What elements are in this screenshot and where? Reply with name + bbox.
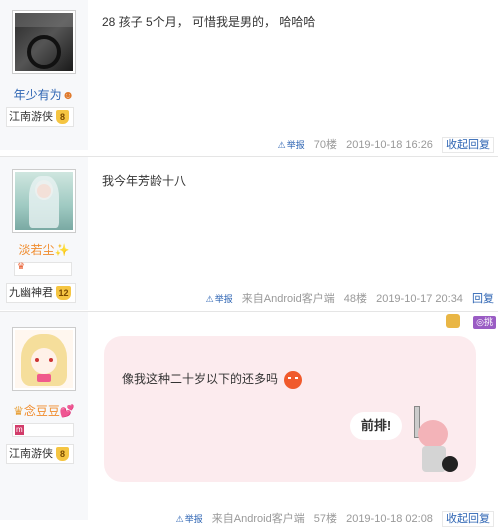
report-link[interactable]: ⚠举报: [176, 514, 203, 524]
post-time: 2019-10-18 16:26: [346, 139, 433, 151]
level-badge[interactable]: 江南游侠 8: [6, 107, 74, 127]
level-title: 九幽神君: [9, 287, 53, 299]
fan-badge-icon: ♛: [17, 261, 26, 271]
level-badge[interactable]: 九幽神君 12: [6, 283, 76, 303]
author-panel: 年少有为☻ 江南游侠 8: [0, 0, 88, 150]
floor-number: 57楼: [313, 513, 338, 525]
username-text[interactable]: 念豆豆💕: [24, 404, 75, 418]
username-text[interactable]: 年少有为: [14, 88, 62, 102]
username[interactable]: 年少有为☻: [0, 86, 88, 103]
avatar[interactable]: [12, 10, 76, 74]
fan-badge[interactable]: ♛: [14, 261, 72, 276]
post-tail: ⚠举报 来自Android客户端 48楼 2019-10-17 20:34 回复: [200, 290, 494, 306]
username-text[interactable]: 淡若尘✨: [19, 243, 70, 257]
badge-label: 挑: [483, 317, 493, 327]
post-time: 2019-10-17 20:34: [376, 293, 463, 305]
toggle-reply-button[interactable]: 收起回复: [442, 511, 494, 527]
level-title: 江南游侠: [9, 111, 53, 123]
toggle-reply-button[interactable]: 收起回复: [442, 137, 494, 153]
report-link[interactable]: ⚠举报: [206, 294, 233, 304]
fan-badge[interactable]: m: [12, 423, 74, 437]
floor-number: 48楼: [343, 293, 368, 305]
floor-number: 70楼: [313, 139, 338, 151]
post-tail: ⚠举报 70楼 2019-10-18 16:26 收起回复: [272, 136, 494, 153]
client-source-link[interactable]: 来自Android客户端: [242, 293, 335, 305]
level-num-icon: 12: [56, 286, 71, 301]
report-label: 举报: [286, 140, 305, 150]
client-source-link[interactable]: 来自Android客户端: [212, 513, 305, 525]
post-tail: ⚠举报 来自Android客户端 57楼 2019-10-18 02:08 收起…: [170, 510, 494, 527]
username[interactable]: 淡若尘✨: [0, 241, 88, 258]
avatar[interactable]: [12, 169, 76, 233]
level-title: 江南游侠: [9, 448, 53, 460]
level-num-icon: 8: [56, 447, 69, 462]
username[interactable]: ♛念豆豆💕: [0, 402, 88, 419]
post-text: 像我这种二十岁以下的还多吗: [122, 372, 279, 386]
reply-button[interactable]: 回复: [472, 293, 494, 305]
post-content: 28 孩子 5个月， 可惜我是男的， 哈哈哈: [102, 15, 316, 29]
gift-icon: [446, 314, 460, 328]
level-badge[interactable]: 江南游侠 8: [6, 444, 74, 464]
level-num-icon: 8: [56, 110, 69, 125]
author-panel: 淡若尘✨ ♛ 九幽神君 12: [0, 157, 88, 310]
avatar[interactable]: [12, 327, 76, 391]
angry-face-emoji: [284, 370, 303, 389]
post-bubble: 像我这种二十岁以下的还多吗 前排!: [104, 336, 476, 482]
crown-icon: ♛: [13, 404, 24, 418]
author-panel: ♛念豆豆💕 m 江南游侠 8: [0, 312, 88, 520]
post-70: 年少有为☻ 江南游侠 8 28 孩子 5个月， 可惜我是男的， 哈哈哈 ⚠举报 7…: [0, 0, 498, 153]
sticker-speech: 前排!: [350, 412, 402, 440]
chibi-sticker: [406, 406, 464, 480]
report-link[interactable]: ⚠举报: [278, 140, 305, 150]
report-label: 举报: [214, 294, 233, 304]
post-content: 像我这种二十岁以下的还多吗: [122, 370, 303, 389]
face-icon: ☻: [61, 88, 75, 102]
report-label: 举报: [184, 514, 203, 524]
sticker-text: 前排!: [360, 418, 392, 433]
post-48: 淡若尘✨ ♛ 九幽神君 12 我今年芳龄十八 ⚠举报 来自Android客户端 4…: [0, 157, 498, 310]
post-time: 2019-10-18 02:08: [346, 513, 433, 525]
top-badge[interactable]: ◎挑: [473, 316, 496, 329]
post-content: 我今年芳龄十八: [102, 174, 187, 188]
fan-badge-icon: m: [15, 425, 24, 435]
badge-icon: ◎: [476, 317, 484, 327]
